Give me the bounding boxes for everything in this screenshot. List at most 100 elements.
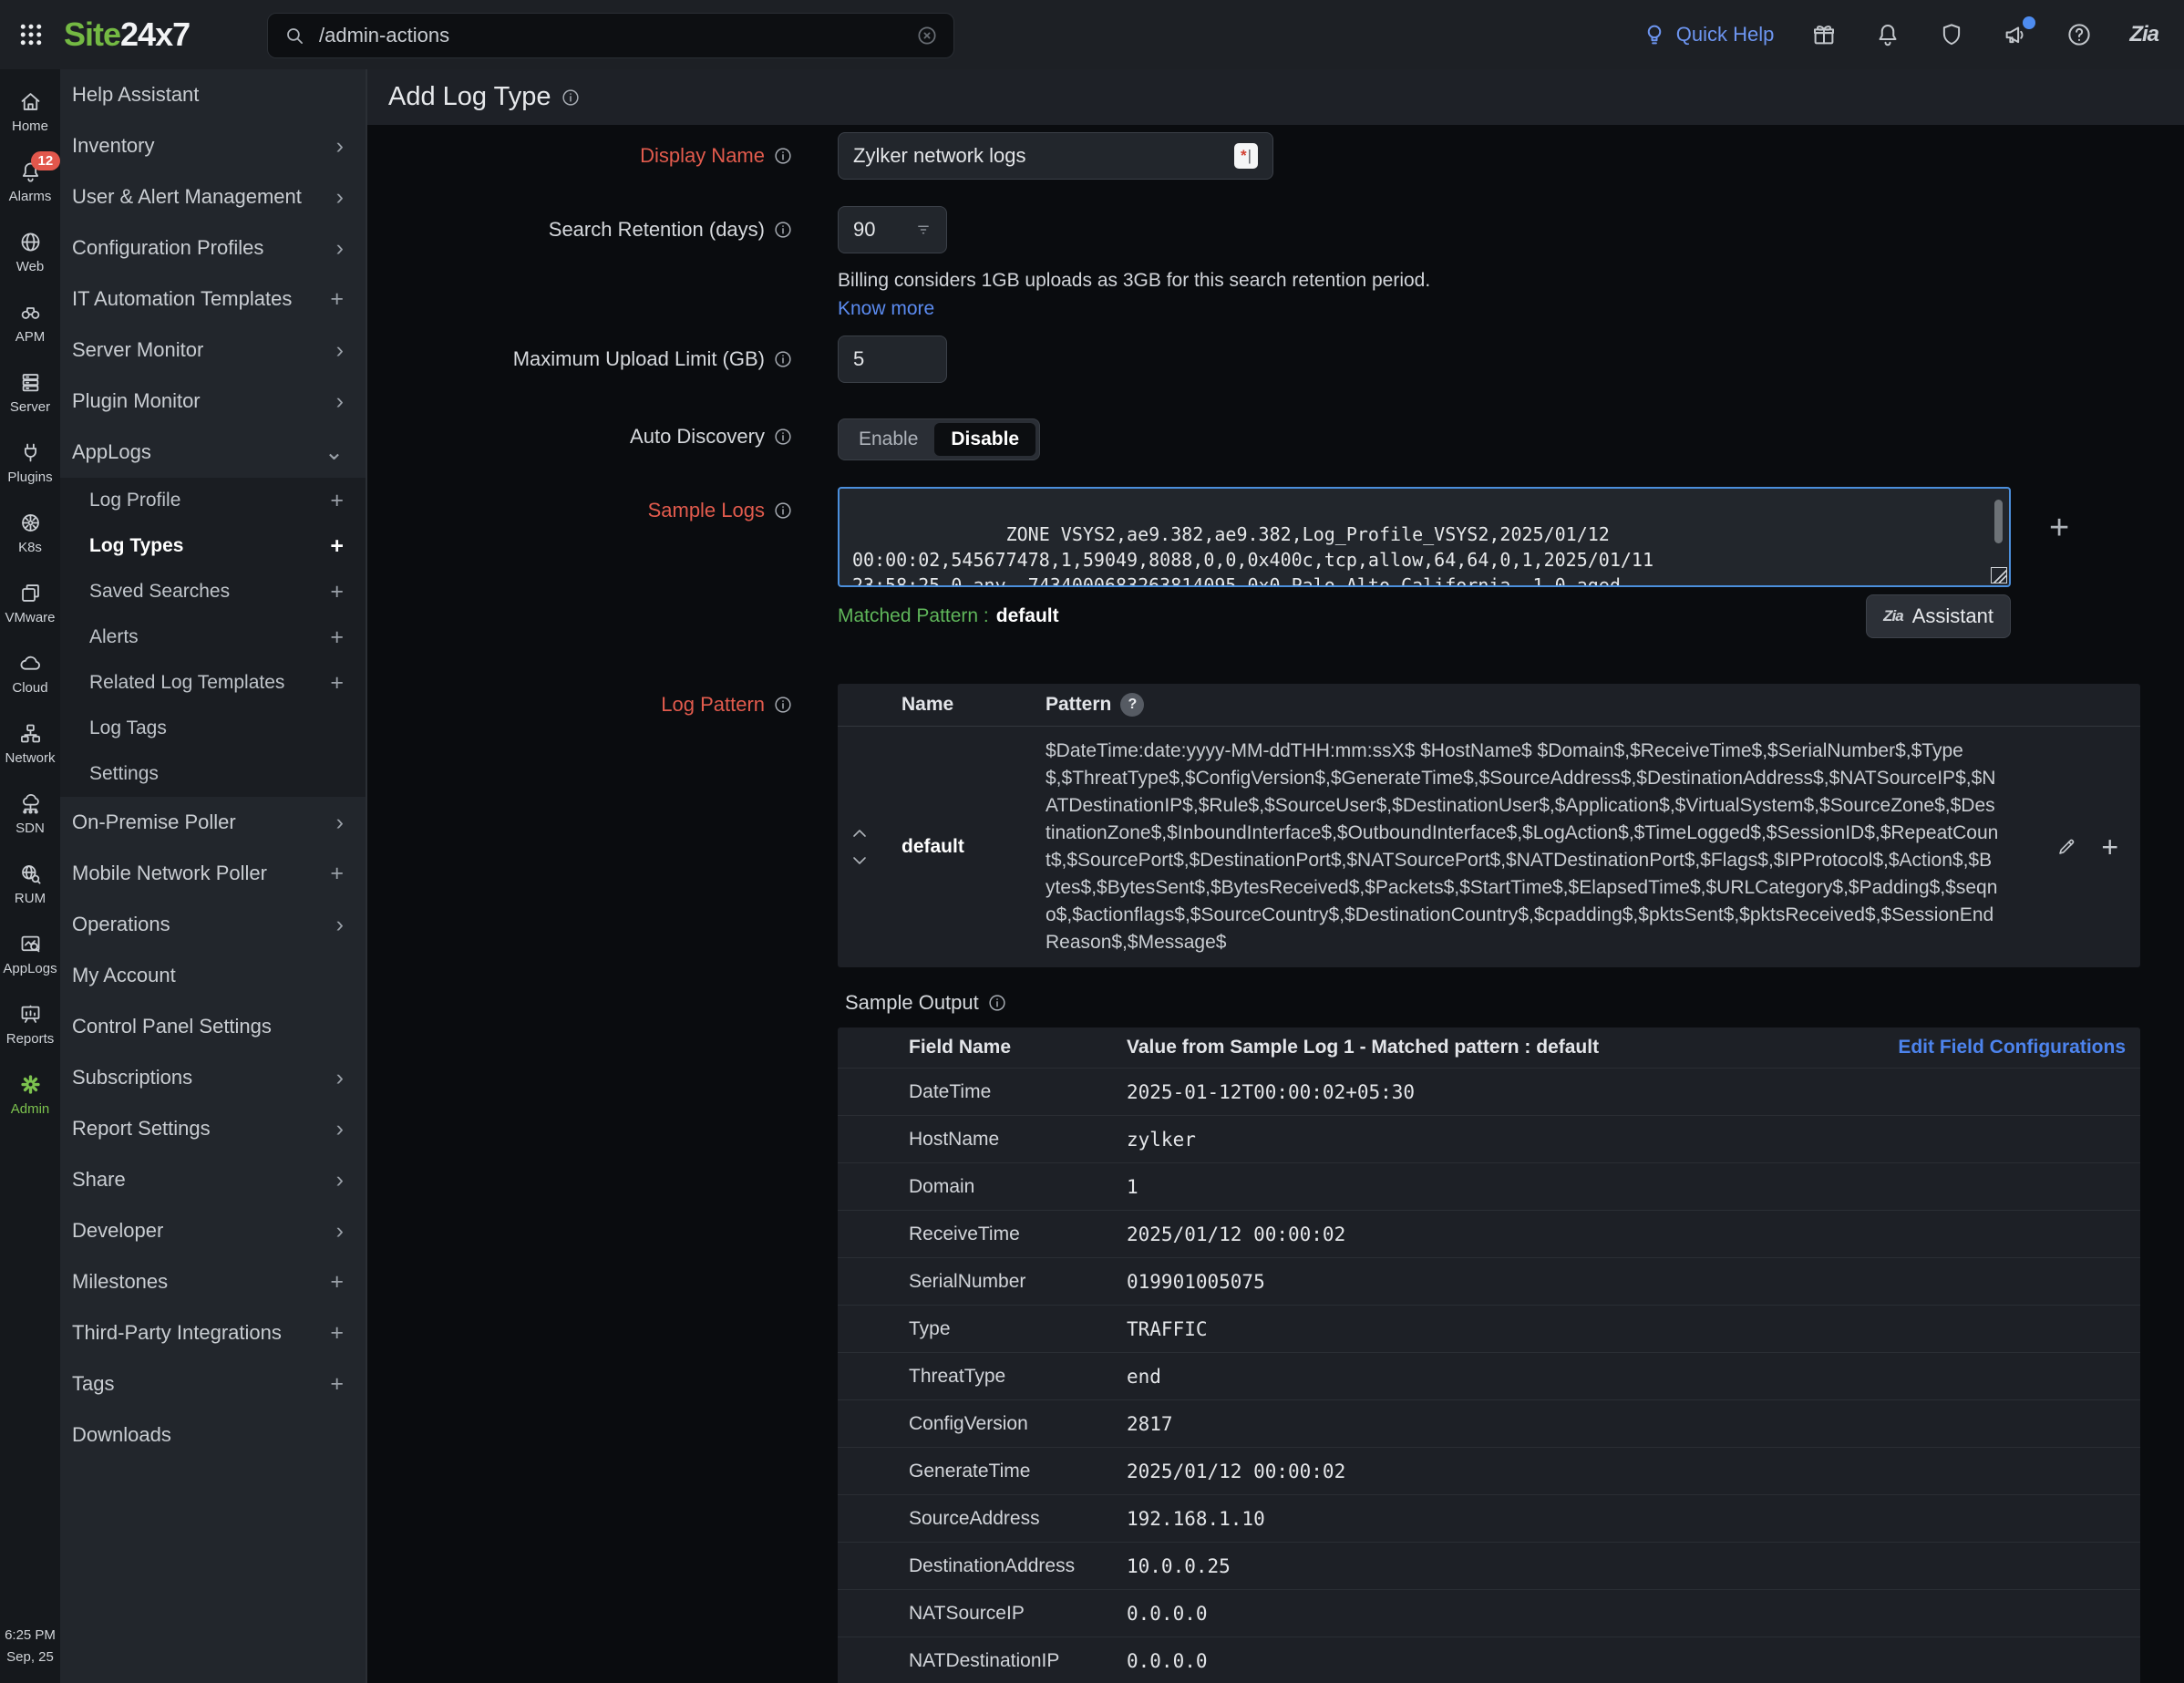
page-title: Add Log Type (388, 82, 551, 112)
sidebar-item[interactable]: Share › (60, 1154, 367, 1205)
rail-item-home[interactable]: Home (0, 77, 60, 147)
sidebar-subitem[interactable]: Related Log Templates + (60, 660, 367, 706)
field-value-cell: 2025/01/12 00:00:02 (1127, 1224, 2140, 1245)
server-stack-icon (18, 370, 43, 395)
info-icon[interactable] (773, 146, 793, 166)
sidebar-item[interactable]: Inventory › (60, 120, 367, 171)
sidebar-item-affix-icon: + (330, 535, 344, 558)
sidebar-item[interactable]: Plugin Monitor › (60, 376, 367, 427)
rail-item-network[interactable]: Network (0, 708, 60, 779)
add-sample-log-button[interactable]: + (2049, 511, 2069, 545)
search-retention-select[interactable]: 90 (838, 206, 947, 253)
rail-item-cloud[interactable]: Cloud (0, 638, 60, 708)
clear-search-icon[interactable] (915, 24, 939, 47)
info-icon[interactable] (773, 427, 793, 447)
sidebar-subitem[interactable]: Saved Searches + (60, 569, 367, 614)
edit-pattern-icon[interactable] (2055, 836, 2077, 858)
rail-item-applogs[interactable]: AppLogs (0, 919, 60, 989)
announcements-button[interactable] (2002, 21, 2029, 48)
display-name-label: Display Name (367, 132, 793, 180)
sidebar-item[interactable]: AppLogs ⌄ (60, 427, 367, 478)
sidebar-item[interactable]: Configuration Profiles › (60, 222, 367, 274)
sidebar-item-affix-icon: + (330, 1322, 344, 1345)
sidebar-item[interactable]: Tags + (60, 1358, 367, 1409)
rail-item-admin[interactable]: Admin (0, 1059, 60, 1130)
sidebar-subitem[interactable]: Log Profile + (60, 478, 367, 523)
know-more-link[interactable]: Know more (838, 298, 934, 320)
whats-new-button[interactable] (1810, 21, 1838, 48)
textarea-resize-handle[interactable] (1991, 567, 2007, 583)
alarm-count-badge: 12 (31, 151, 61, 170)
rail-item-rum[interactable]: RUM (0, 849, 60, 919)
sidebar-item[interactable]: Developer › (60, 1205, 367, 1256)
clock-time: 6:25 PM (5, 1625, 56, 1647)
sidebar-item[interactable]: My Account (60, 950, 367, 1001)
sidebar-subitem[interactable]: Settings (60, 751, 367, 797)
name-column-header: Name (881, 694, 1046, 716)
help-button[interactable] (2066, 21, 2093, 48)
sidebar-top-list: Help Assistant Inventory › User & Alert … (60, 69, 367, 478)
move-up-icon[interactable] (851, 828, 868, 839)
rail-item-k8s[interactable]: K8s (0, 498, 60, 568)
sidebar-item[interactable]: IT Automation Templates + (60, 274, 367, 325)
rail-item-vmware[interactable]: VMware (0, 568, 60, 638)
sidebar-item[interactable]: Report Settings › (60, 1103, 367, 1154)
info-icon[interactable] (987, 993, 1007, 1013)
sidebar-item[interactable]: Control Panel Settings (60, 1001, 367, 1052)
rail-item-reports[interactable]: Reports (0, 989, 60, 1059)
notifications-button[interactable] (1874, 21, 1901, 48)
max-upload-field[interactable]: 5 (838, 336, 947, 383)
search-value: /admin-actions (319, 24, 449, 47)
bell-icon (1874, 21, 1901, 48)
sidebar-subitem[interactable]: Log Types + (60, 523, 367, 569)
app-grid-icon (17, 21, 45, 48)
enable-option[interactable]: Enable (842, 423, 934, 456)
info-icon[interactable] (773, 349, 793, 369)
rail-item-alarms[interactable]: 12 Alarms (0, 147, 60, 217)
move-down-icon[interactable] (851, 855, 868, 866)
display-name-field[interactable]: Zylker network logs *| (838, 132, 1273, 180)
app-grid-button[interactable] (11, 15, 51, 55)
info-icon[interactable] (773, 501, 793, 521)
sidebar-subitem[interactable]: Alerts + (60, 614, 367, 660)
info-icon[interactable] (773, 220, 793, 240)
edit-field-configurations-link[interactable]: Edit Field Configurations (1898, 1037, 2140, 1058)
sidebar-subitem[interactable]: Log Tags (60, 706, 367, 751)
trust-center-button[interactable] (1938, 21, 1965, 48)
sidebar-item[interactable]: On-Premise Poller › (60, 797, 367, 848)
sidebar-item[interactable]: Downloads (60, 1409, 367, 1461)
pattern-help-icon[interactable]: ? (1120, 693, 1144, 717)
info-icon[interactable] (561, 88, 581, 108)
field-name-cell: Type (838, 1318, 1127, 1340)
rail-item-server[interactable]: Server (0, 357, 60, 428)
sidebar-item[interactable]: Help Assistant (60, 69, 367, 120)
assistant-button[interactable]: Zia Assistant (1866, 594, 2011, 638)
sidebar-item[interactable]: Operations › (60, 899, 367, 950)
sidebar-item[interactable]: Server Monitor › (60, 325, 367, 376)
field-value-cell: 1 (1127, 1176, 2140, 1198)
rail-item-apm[interactable]: APM (0, 287, 60, 357)
rail-item-sdn[interactable]: SDN (0, 779, 60, 849)
clock-date: Sep, 25 (5, 1647, 56, 1668)
field-value-cell: 2025-01-12T00:00:02+05:30 (1127, 1081, 2140, 1103)
presentation-icon (18, 1002, 43, 1027)
sidebar-item[interactable]: Milestones + (60, 1256, 367, 1307)
sidebar-item[interactable]: User & Alert Management › (60, 171, 367, 222)
rail-item-web[interactable]: Web (0, 217, 60, 287)
quick-help-button[interactable]: Quick Help (1641, 21, 1775, 48)
disable-option[interactable]: Disable (934, 423, 1035, 456)
rail-item-plugins[interactable]: Plugins (0, 428, 60, 498)
add-pattern-button[interactable]: + (2101, 832, 2118, 862)
textarea-scrollbar[interactable] (1994, 500, 2003, 543)
zia-assistant-button[interactable]: Zia (2129, 22, 2158, 47)
global-search-input[interactable]: /admin-actions (267, 13, 954, 58)
site24x7-logo[interactable]: Site24x7 (64, 15, 190, 54)
sidebar-item[interactable]: Mobile Network Poller + (60, 848, 367, 899)
sidebar-item[interactable]: Third-Party Integrations + (60, 1307, 367, 1358)
field-value-cell: 2025/01/12 00:00:02 (1127, 1461, 2140, 1482)
clock: 6:25 PM Sep, 25 (5, 1625, 56, 1668)
info-icon[interactable] (773, 695, 793, 715)
sample-logs-textarea[interactable]: ZONE VSYS2,ae9.382,ae9.382,Log_Profile_V… (838, 487, 2011, 587)
sidebar-item-affix-icon: › (336, 339, 344, 362)
sidebar-item[interactable]: Subscriptions › (60, 1052, 367, 1103)
